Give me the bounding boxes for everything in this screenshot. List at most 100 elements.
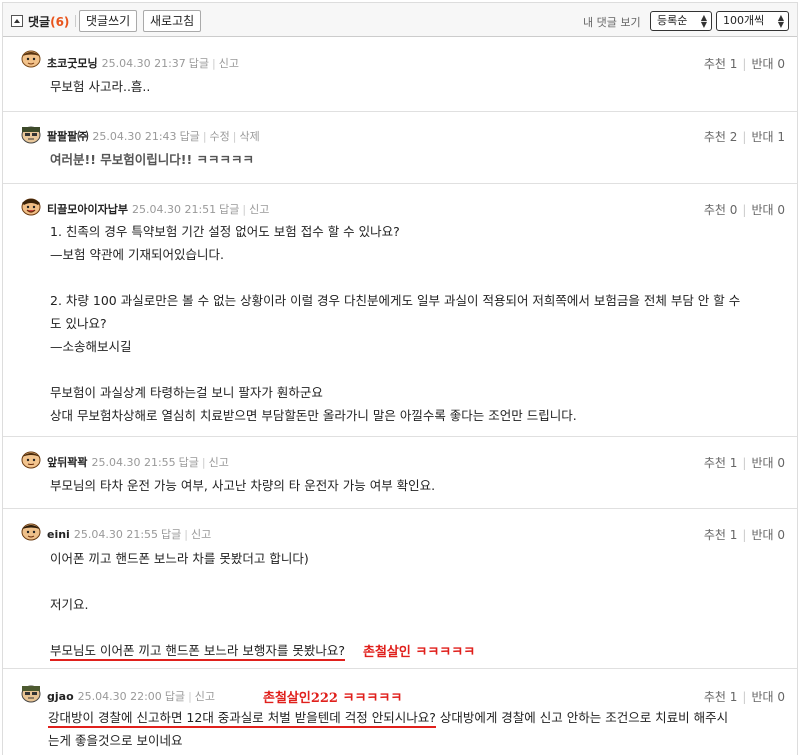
upvote-button[interactable]: 추천 0 <box>704 203 738 217</box>
reply-link[interactable]: 답글 <box>180 130 200 143</box>
comment-date: 25.04.30 21:55 <box>91 456 176 469</box>
refresh-button[interactable]: 새로고침 <box>143 10 202 32</box>
reply-link[interactable]: 답글 <box>165 690 185 703</box>
downvote-button[interactable]: 반대 1 <box>751 130 785 144</box>
upvote-button[interactable]: 추천 2 <box>704 130 738 144</box>
avatar <box>21 126 41 144</box>
handwritten-annotation: 촌철살인 ㅋㅋㅋㅋㅋ <box>363 645 476 660</box>
write-comment-button[interactable]: 댓글쓰기 <box>79 10 138 32</box>
vote-divider: | <box>742 528 747 542</box>
comment-body-line2: 는게 좋을것으로 보이네요 <box>48 733 183 748</box>
my-comments-link[interactable]: 내 댓글 보기 <box>583 14 641 30</box>
comment-item: 앞뒤꽉꽉 25.04.30 21:55 답글 | 신고 추천 1 | 반대 0 부모님의 타… <box>3 437 797 509</box>
avatar <box>21 451 41 469</box>
vote-divider: | <box>742 456 747 470</box>
comment-author[interactable]: 앞뒤꽉꽉 <box>47 456 87 469</box>
comment-date: 25.04.30 21:51 <box>131 203 217 216</box>
downvote-button[interactable]: 반대 0 <box>751 203 785 217</box>
per-page-select[interactable]: 100개씩 ▲ ▼ <box>716 11 789 31</box>
comment-body: 부모님의 타차 운전 가능 여부, 사고난 차량의 타 운전자 가능 여부 확인… <box>50 478 436 493</box>
comment-author[interactable]: eini <box>47 528 70 541</box>
comment-item: 팔팔팔㈜ 25.04.30 21:43 답글 | 수정 | 삭제 추천 2 | 반대 1 여러분… <box>3 112 797 184</box>
report-link[interactable]: 신고 <box>195 690 215 703</box>
reply-link[interactable]: 답글 <box>161 528 181 541</box>
vote-divider: | <box>742 130 747 144</box>
comment-author[interactable]: 티끌모아이자납부 <box>47 203 128 216</box>
comment-body: 이어폰 끼고 핸드폰 보느라 차를 못봤더고 합니다) 저기요. <box>50 551 309 612</box>
meta-divider: | <box>188 690 192 703</box>
avatar <box>21 685 41 703</box>
comment-item: 초코굿모닝 25.04.30 21:37 답글 | 신고 추천 1 | 반대 0 무보험 사… <box>3 37 797 112</box>
comment-count: (6) <box>50 15 70 29</box>
comment-body: 강대방이 경찰에 신고하면 12대 중과실로 처벌 받을텐데 걱정 안되시나요?… <box>48 706 728 729</box>
meta-divider: | <box>212 57 216 70</box>
underlined-text: 강대방이 경찰에 신고하면 12대 중과실로 처벌 받을텐데 걱정 안되시나요? <box>48 710 436 728</box>
reply-link[interactable]: 답글 <box>219 203 239 216</box>
report-link[interactable]: 신고 <box>191 528 211 541</box>
downvote-button[interactable]: 반대 0 <box>751 456 785 470</box>
sort-select-arrows-icon: ▲ ▼ <box>700 13 707 29</box>
vote-box: 추천 1 | 반대 0 <box>704 55 785 72</box>
comment-meta: 티끌모아이자납부 25.04.30 21:51 답글 | 신고 <box>47 201 269 217</box>
sort-select-value: 등록순 <box>657 14 688 27</box>
comment-body: 무보험 사고라..흠.. <box>50 79 151 94</box>
avatar <box>21 198 41 216</box>
avatar <box>21 50 41 68</box>
comment-meta: 앞뒤꽉꽉 25.04.30 21:55 답글 | 신고 <box>47 454 229 470</box>
comment-meta: eini 25.04.30 21:55 답글 | 신고 <box>47 526 211 542</box>
reply-link[interactable]: 답글 <box>189 57 209 70</box>
vote-box: 추천 1 | 반대 0 <box>704 688 785 705</box>
report-link[interactable]: 신고 <box>249 203 269 216</box>
collapse-toggle-icon[interactable] <box>11 15 23 27</box>
comment-author[interactable]: 초코굿모닝 <box>47 57 98 70</box>
comment-author[interactable]: gjao <box>47 690 74 703</box>
avatar <box>21 523 41 541</box>
upvote-button[interactable]: 추천 1 <box>704 528 738 542</box>
comment-date: 25.04.30 21:55 <box>73 528 159 541</box>
vote-box: 추천 1 | 반대 0 <box>704 454 785 471</box>
comment-body: 1. 친족의 경우 특약보험 기간 설정 없어도 보험 접수 할 수 있나요? … <box>50 224 741 423</box>
comment-meta: 팔팔팔㈜ 25.04.30 21:43 답글 | 수정 | 삭제 <box>47 128 260 144</box>
reply-link[interactable]: 답글 <box>179 456 199 469</box>
vote-box: 추천 2 | 반대 1 <box>704 128 785 145</box>
comment-item: gjao 25.04.30 22:00 답글 | 신고 추천 1 | 반대 0 촌철살인22… <box>3 669 797 755</box>
meta-divider: | <box>232 130 237 143</box>
comment-title-label: 댓글 <box>28 15 51 29</box>
vote-divider: | <box>742 690 747 704</box>
handwritten-annotation: 촌철살인222 ㅋㅋㅋㅋㅋ <box>263 691 403 706</box>
vote-divider: | <box>742 57 747 71</box>
comment-date: 25.04.30 21:37 <box>101 57 186 70</box>
downvote-button[interactable]: 반대 0 <box>751 528 785 542</box>
vote-divider: | <box>742 203 747 217</box>
report-link[interactable]: 신고 <box>219 57 239 70</box>
comment-body: 여러분!! 무보험이립니다!! ㅋㅋㅋㅋㅋ <box>50 152 255 167</box>
underlined-text: 부모님도 이어폰 끼고 핸드폰 보느라 보행자를 못봤나요? <box>50 643 345 661</box>
comment-date: 25.04.30 22:00 <box>77 690 162 703</box>
downvote-button[interactable]: 반대 0 <box>751 690 785 704</box>
comment-body-rest: 상대방에게 경찰에 신고 안하는 조건으로 치료비 해주시 <box>435 710 729 725</box>
comment-author[interactable]: 팔팔팔㈜ <box>47 130 88 143</box>
report-link[interactable]: 신고 <box>209 456 229 469</box>
comment-meta: 초코굿모닝 25.04.30 21:37 답글 | 신고 <box>47 55 239 71</box>
downvote-button[interactable]: 반대 0 <box>751 57 785 71</box>
sort-select[interactable]: 등록순 ▲ ▼ <box>650 11 712 31</box>
vote-box: 추천 1 | 반대 0 <box>704 526 785 543</box>
delete-link[interactable]: 삭제 <box>240 130 260 143</box>
upvote-button[interactable]: 추천 1 <box>704 57 738 71</box>
header-divider <box>75 15 76 27</box>
comment-item: 티끌모아이자납부 25.04.30 21:51 답글 | 신고 추천 0 | 반대 0 1.… <box>3 184 797 437</box>
comment-body-underlined: 부모님도 이어폰 끼고 핸드폰 보느라 보행자를 못봤나요? <box>50 639 345 662</box>
comment-item: eini 25.04.30 21:55 답글 | 신고 추천 1 | 반대 0 이어폰 끼고… <box>3 509 797 669</box>
vote-box: 추천 0 | 반대 0 <box>704 201 785 218</box>
comment-header: 댓글(6) 댓글쓰기 새로고침 내 댓글 보기 등록순 ▲ ▼ 100개씩 ▲ ▼ <box>3 3 797 37</box>
meta-divider: | <box>242 203 247 216</box>
upvote-button[interactable]: 추천 1 <box>704 690 738 704</box>
comment-meta: gjao 25.04.30 22:00 답글 | 신고 <box>47 688 215 704</box>
meta-divider: | <box>202 130 207 143</box>
meta-divider: | <box>201 456 206 469</box>
meta-divider: | <box>184 528 188 541</box>
upvote-button[interactable]: 추천 1 <box>704 456 738 470</box>
comment-title: 댓글(6) <box>28 13 69 30</box>
comment-section: 댓글(6) 댓글쓰기 새로고침 내 댓글 보기 등록순 ▲ ▼ 100개씩 ▲ ▼ 초코… <box>2 2 798 755</box>
edit-link[interactable]: 수정 <box>210 130 230 143</box>
